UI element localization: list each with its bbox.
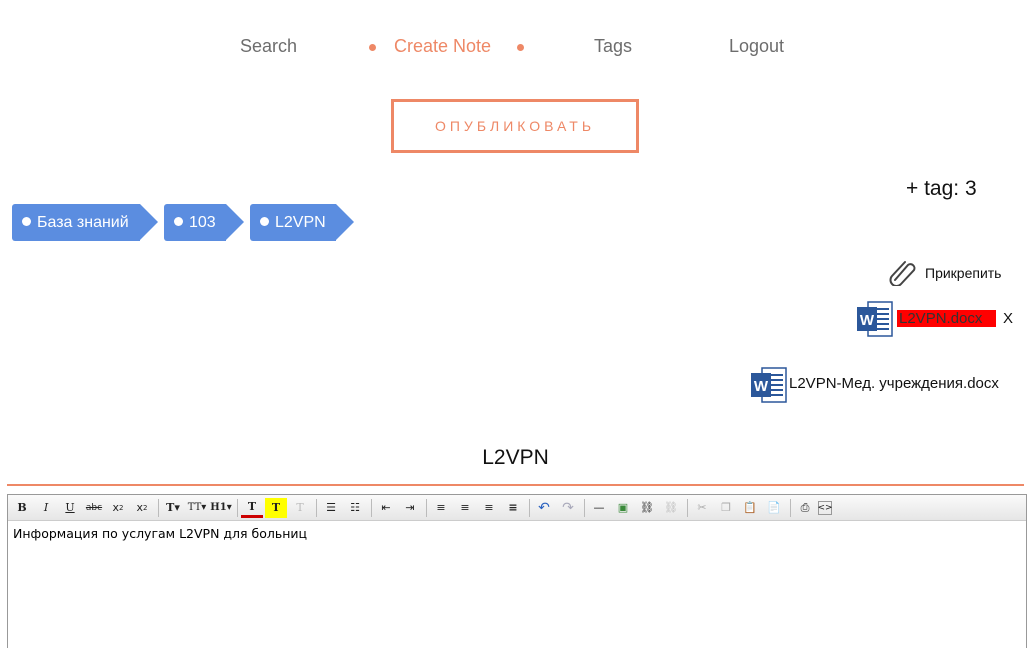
unlink-icon[interactable]: ⛓ (660, 498, 682, 518)
toolbar-separator (790, 498, 791, 517)
attachment-item: W L2VPN.docx X (856, 300, 1016, 340)
tag-chip-103[interactable]: 103 (164, 204, 244, 241)
tag-chip-label: 103 (189, 214, 216, 231)
attachment-name-link[interactable]: L2VPN-Мед. учреждения.docx (789, 375, 999, 392)
font-size-button[interactable]: T▾ (162, 498, 184, 518)
nav-active-dot-right (517, 44, 524, 51)
toolbar-separator (371, 498, 372, 517)
tag-chip-l2vpn[interactable]: L2VPN (250, 204, 354, 241)
attach-label: Прикрепить (925, 265, 1002, 281)
underline-button[interactable]: U (59, 498, 81, 518)
toolbar-separator (426, 498, 427, 517)
tag-dot-icon (174, 217, 183, 226)
attachment-item: W L2VPN-Мед. учреждения.docx (750, 366, 1020, 406)
remove-attachment-button[interactable]: X (1003, 310, 1013, 327)
add-tag-button[interactable]: + tag: 3 (906, 177, 977, 201)
nav-create-note[interactable]: Create Note (394, 36, 491, 57)
editor-content-area[interactable]: Информация по услугам L2VPN для больниц (8, 521, 1026, 546)
nav-active-dot-left (369, 44, 376, 51)
word-document-icon: W (751, 367, 787, 403)
insert-link-icon[interactable]: ⛓ (636, 498, 658, 518)
publish-button[interactable]: ОПУБЛИКОВАТЬ (391, 99, 639, 153)
align-left-icon[interactable]: ≡ (430, 498, 452, 518)
source-code-icon[interactable]: <> (817, 500, 833, 515)
copy-icon[interactable]: ❐ (715, 498, 737, 518)
heading-button[interactable]: H1▾ (210, 498, 232, 518)
strikethrough-button[interactable]: abc (83, 498, 105, 518)
attachment-name-link[interactable]: L2VPN.docx (897, 310, 997, 327)
numbered-list-icon[interactable]: ☷ (344, 498, 366, 518)
toolbar-separator (237, 498, 238, 517)
horizontal-rule-icon[interactable]: — (588, 498, 610, 518)
nav-tags[interactable]: Tags (594, 36, 632, 57)
editor-toolbar: B I U abc x2 x2 T▾ TT▾ H1▾ T T T ☰ ☷ ⇤ ⇥… (8, 495, 1026, 521)
print-icon[interactable]: ⎙ (794, 498, 816, 518)
tag-dot-icon (260, 217, 269, 226)
word-document-icon: W (857, 301, 893, 337)
title-divider (7, 484, 1024, 486)
highlight-icon[interactable]: T (265, 497, 287, 518)
toolbar-separator (316, 498, 317, 517)
subscript-button[interactable]: x2 (107, 498, 129, 518)
tag-chip-label: L2VPN (275, 214, 326, 231)
outdent-icon[interactable]: ⇤ (375, 498, 397, 518)
paste-icon[interactable]: 📋 (739, 498, 761, 518)
cut-icon[interactable]: ✂ (691, 498, 713, 518)
indent-icon[interactable]: ⇥ (399, 498, 421, 518)
svg-text:W: W (860, 312, 875, 329)
justify-icon[interactable]: ≡ (502, 498, 524, 518)
text-color-icon[interactable]: T (241, 498, 263, 518)
nav-logout[interactable]: Logout (729, 36, 784, 57)
tag-chip-label: База знаний (37, 214, 129, 231)
tag-chip-knowledge-base[interactable]: База знаний (12, 204, 158, 241)
svg-text:W: W (754, 378, 769, 395)
redo-icon[interactable]: ↷ (557, 498, 579, 518)
italic-button[interactable]: I (35, 498, 57, 518)
note-title[interactable]: L2VPN (0, 446, 1031, 470)
undo-icon[interactable]: ↶ (533, 498, 555, 518)
align-right-icon[interactable]: ≡ (478, 498, 500, 518)
align-center-icon[interactable]: ≡ (454, 498, 476, 518)
paperclip-icon (889, 261, 916, 286)
rich-text-editor: B I U abc x2 x2 T▾ TT▾ H1▾ T T T ☰ ☷ ⇤ ⇥… (7, 494, 1027, 648)
toolbar-separator (529, 498, 530, 517)
insert-image-icon[interactable]: ▣ (612, 498, 634, 518)
tag-dot-icon (22, 217, 31, 226)
superscript-button[interactable]: x2 (131, 498, 153, 518)
nav-search[interactable]: Search (240, 36, 297, 57)
font-family-button[interactable]: TT▾ (186, 498, 208, 518)
bullet-list-icon[interactable]: ☰ (320, 498, 342, 518)
clear-format-icon[interactable]: T (289, 498, 311, 518)
toolbar-separator (158, 498, 159, 517)
bold-button[interactable]: B (11, 498, 33, 518)
top-nav: Search Create Note Tags Logout (0, 36, 1031, 60)
toolbar-separator (687, 498, 688, 517)
toolbar-separator (584, 498, 585, 517)
paste-text-icon[interactable]: 📄 (763, 498, 785, 518)
